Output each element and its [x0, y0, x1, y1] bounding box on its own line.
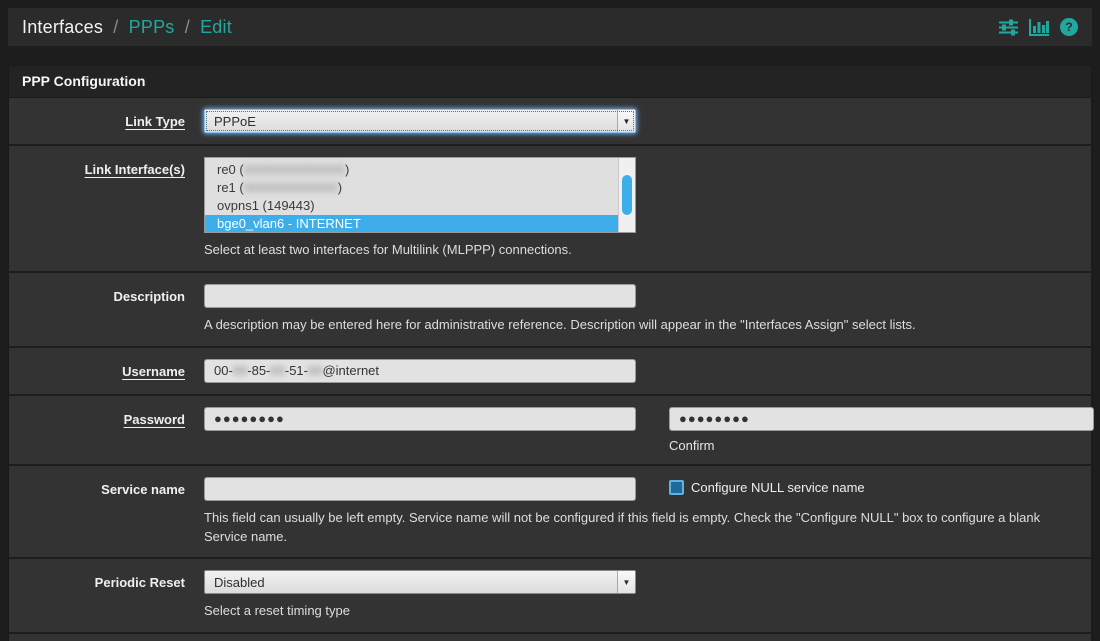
- description-help: A description may be entered here for ad…: [204, 316, 1078, 335]
- description-row: Description A description may be entered…: [9, 271, 1091, 346]
- service-name-row: Service name Configure NULL service name…: [9, 464, 1091, 558]
- password-confirm-label: Confirm: [669, 438, 1094, 453]
- username-input[interactable]: 00-88-85-88-51-88@internet: [204, 359, 636, 383]
- service-name-input[interactable]: [204, 477, 636, 501]
- chevron-down-icon[interactable]: ▼: [617, 110, 635, 132]
- link-type-label: Link Type: [9, 109, 185, 133]
- breadcrumb-section: Interfaces: [22, 17, 103, 37]
- svg-text:?: ?: [1065, 20, 1072, 34]
- breadcrumb-separator: /: [113, 17, 118, 37]
- password-input[interactable]: [204, 407, 636, 431]
- checkbox-checked-icon[interactable]: [669, 480, 684, 495]
- breadcrumb-separator: /: [185, 17, 190, 37]
- description-label: Description: [9, 284, 185, 335]
- link-interfaces-row: Link Interface(s) re0 (00000000000000)re…: [9, 144, 1091, 271]
- configure-null-checkbox-label: Configure NULL service name: [691, 480, 865, 495]
- redacted-text: 88: [308, 363, 322, 378]
- username-row: Username 00-88-85-88-51-88@internet: [9, 346, 1091, 394]
- configure-null-checkbox-group[interactable]: Configure NULL service name: [669, 480, 865, 495]
- redacted-text: 88: [270, 363, 284, 378]
- breadcrumb: Interfaces / PPPs / Edit: [22, 17, 232, 38]
- redacted-text: 00000000000000: [244, 161, 345, 179]
- breadcrumb-bar: Interfaces / PPPs / Edit: [8, 8, 1092, 46]
- bar-chart-icon[interactable]: [1029, 19, 1049, 36]
- listbox-scrollbar[interactable]: [618, 158, 635, 232]
- link-interfaces-label: Link Interface(s): [9, 157, 185, 260]
- password-row: Password Confirm: [9, 394, 1091, 464]
- sliders-icon[interactable]: [999, 19, 1018, 36]
- username-label: Username: [9, 359, 185, 383]
- link-type-select[interactable]: PPPoE ▼: [204, 109, 636, 133]
- periodic-reset-help: Select a reset timing type: [204, 602, 1078, 621]
- periodic-reset-row: Periodic Reset Disabled ▼ Select a reset…: [9, 557, 1091, 632]
- redacted-text: 88: [233, 363, 247, 378]
- breadcrumb-ppps-link[interactable]: PPPs: [129, 17, 175, 37]
- breadcrumb-edit-link[interactable]: Edit: [200, 17, 232, 37]
- periodic-reset-select[interactable]: Disabled ▼: [204, 570, 636, 594]
- toolbar-icons: ?: [999, 18, 1078, 36]
- listbox-option[interactable]: ovpns1 (149443): [205, 197, 618, 215]
- description-input[interactable]: [204, 284, 636, 308]
- password-confirm-input[interactable]: [669, 407, 1094, 431]
- ppp-configuration-panel: PPP Configuration Link Type PPPoE ▼ Link…: [8, 65, 1092, 641]
- chevron-down-icon[interactable]: ▼: [617, 571, 635, 593]
- link-interfaces-listbox[interactable]: re0 (00000000000000)re1 (0000000000000)o…: [204, 157, 636, 233]
- periodic-reset-value: Disabled: [205, 571, 617, 593]
- service-name-label: Service name: [9, 477, 185, 547]
- link-type-row: Link Type PPPoE ▼: [9, 98, 1091, 144]
- listbox-option[interactable]: bge0_vlan6 - INTERNET: [205, 215, 618, 233]
- advanced-options-row: Advanced options: [9, 632, 1091, 641]
- password-label: Password: [9, 407, 185, 453]
- redacted-text: 0000000000000: [244, 179, 338, 197]
- periodic-reset-label: Periodic Reset: [9, 570, 185, 621]
- listbox-option[interactable]: re0 (00000000000000): [205, 161, 618, 179]
- scrollbar-thumb[interactable]: [622, 175, 632, 215]
- service-name-help: This field can usually be left empty. Se…: [204, 509, 1078, 547]
- listbox-option[interactable]: re1 (0000000000000): [205, 179, 618, 197]
- link-interfaces-help: Select at least two interfaces for Multi…: [204, 241, 1078, 260]
- help-icon[interactable]: ?: [1060, 18, 1078, 36]
- panel-title: PPP Configuration: [9, 66, 1091, 98]
- panel-body: Link Type PPPoE ▼ Link Interface(s) re0 …: [9, 98, 1091, 641]
- link-type-value: PPPoE: [205, 110, 617, 132]
